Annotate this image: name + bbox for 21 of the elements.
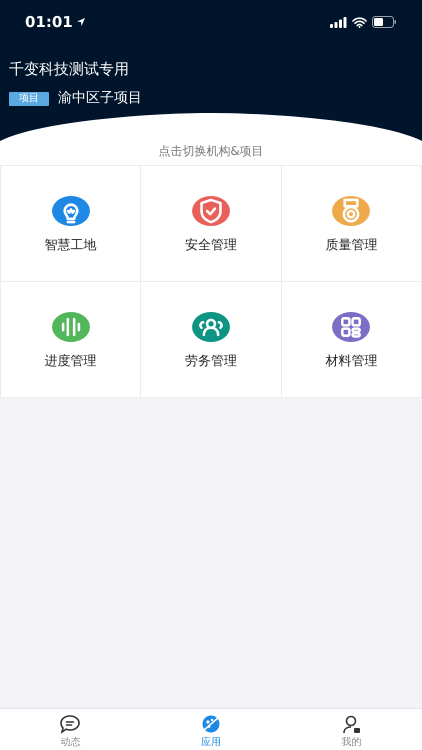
- app-tile[interactable]: 智慧工地: [1, 166, 140, 281]
- app-tile[interactable]: 质量管理: [282, 166, 421, 281]
- signal-icon: [330, 16, 347, 28]
- planet-icon: [200, 714, 222, 734]
- project-name: 渝中区子项目: [58, 89, 142, 108]
- battery-icon: [372, 16, 397, 28]
- project-tag: 项目: [9, 92, 49, 106]
- user-icon: [340, 714, 363, 734]
- location-arrow-icon: [76, 17, 86, 27]
- tab-bar-item[interactable]: 我的: [281, 709, 422, 750]
- tab-bar-item[interactable]: 动态: [0, 709, 141, 750]
- app-tile[interactable]: 进度管理: [1, 282, 140, 397]
- switch-organization-button[interactable]: 点击切换机构&项目: [0, 141, 422, 165]
- status-time: 01:01: [25, 12, 73, 33]
- wifi-icon: [352, 16, 367, 28]
- app-tile[interactable]: 安全管理: [141, 166, 281, 281]
- organization-title: 千变科技测试专用: [9, 59, 130, 80]
- app-tile[interactable]: 劳务管理: [141, 282, 281, 397]
- chat-icon: [59, 714, 82, 734]
- app-tile[interactable]: 材料管理: [282, 282, 421, 397]
- tab-bar-item[interactable]: 应用: [140, 709, 282, 750]
